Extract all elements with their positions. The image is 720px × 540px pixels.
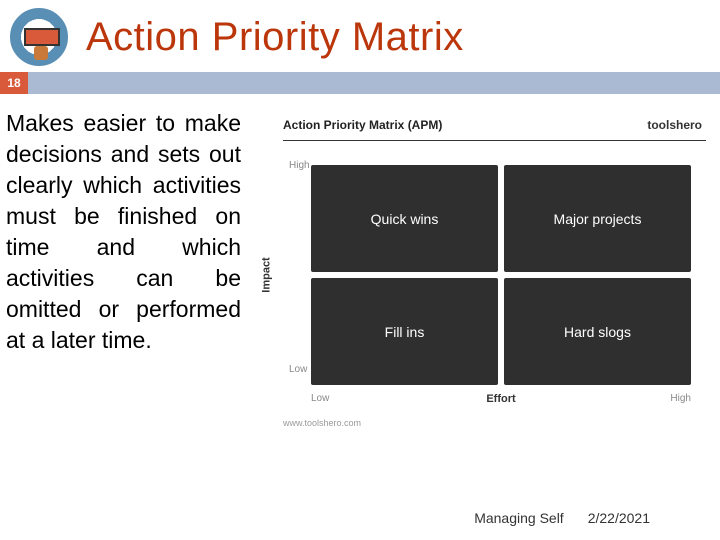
chart-divider [283, 140, 706, 141]
slide-footer: Managing Self 2/22/2021 [474, 510, 650, 526]
quad-fill-ins: Fill ins [311, 278, 498, 385]
y-tick-high: High [289, 160, 310, 171]
footer-date: 2/22/2021 [588, 510, 650, 526]
matrix-grid: Quick wins Major projects Fill ins Hard … [311, 165, 691, 385]
content-area: Makes easier to make decisions and sets … [0, 94, 720, 460]
slide-header: Action Priority Matrix [0, 0, 720, 70]
slide-title: Action Priority Matrix [86, 15, 464, 60]
body-text: Makes easier to make decisions and sets … [6, 108, 241, 460]
y-tick-low: Low [289, 364, 307, 375]
chart-container: Action Priority Matrix (APM) toolshero H… [251, 108, 712, 460]
footer-topic: Managing Self [474, 510, 564, 526]
page-number: 18 [0, 72, 28, 94]
y-axis-label: Impact [251, 165, 283, 385]
accent-bar: 18 [0, 72, 720, 94]
x-tick-low: Low [311, 393, 329, 404]
quad-major-projects: Major projects [504, 165, 691, 272]
chart-brand: toolshero [647, 118, 702, 132]
chart-source: www.toolshero.com [283, 418, 706, 428]
x-axis-label: Effort [486, 393, 515, 405]
quad-quick-wins: Quick wins [311, 165, 498, 272]
logo-icon [10, 8, 68, 66]
x-axis: Low Effort High [311, 393, 691, 404]
quad-hard-slogs: Hard slogs [504, 278, 691, 385]
chart-title: Action Priority Matrix (APM) [283, 118, 442, 132]
x-tick-high: High [670, 393, 691, 404]
